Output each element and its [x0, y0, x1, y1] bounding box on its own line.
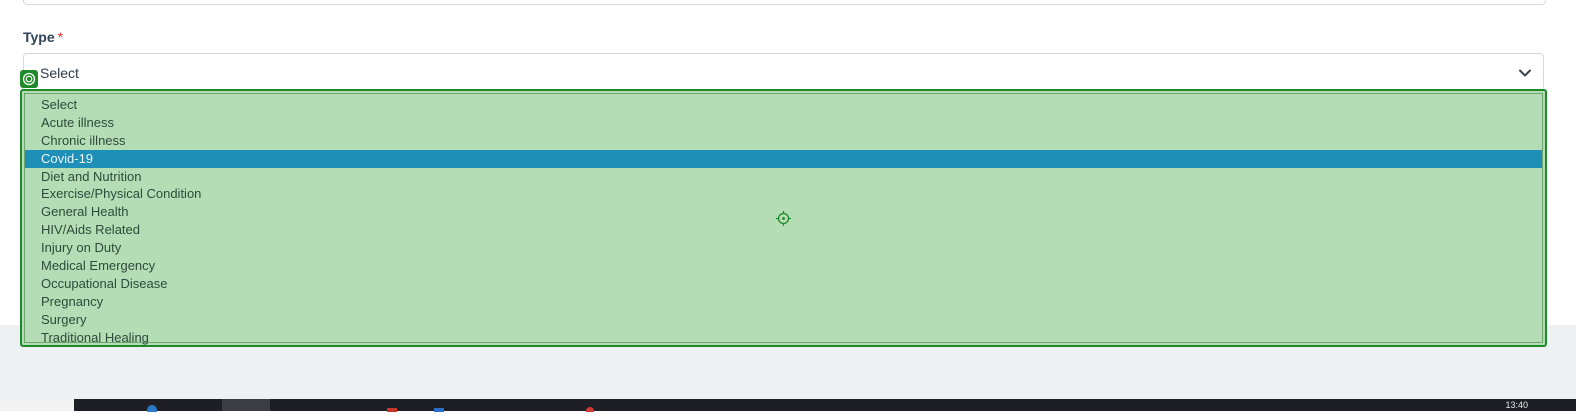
dropdown-option[interactable]: Chronic illness — [25, 132, 1542, 150]
taskbar-app-button[interactable] — [385, 399, 399, 412]
dropdown-option[interactable]: Occupational Disease — [25, 275, 1542, 293]
taskbar-app-button[interactable] — [145, 399, 159, 415]
dropdown-option[interactable]: Injury on Duty — [25, 239, 1542, 257]
taskbar-app-button[interactable] — [583, 399, 597, 415]
dropdown-option[interactable]: Acute illness — [25, 114, 1542, 132]
dropdown-option[interactable]: Exercise/Physical Condition — [25, 185, 1542, 203]
crosshair-icon — [776, 211, 791, 226]
previous-field-input[interactable] — [23, 0, 1546, 5]
dropdown-option[interactable]: Select — [25, 96, 1542, 114]
dropdown-option[interactable]: Covid-19 — [25, 149, 1542, 168]
os-taskbar: 13:40 — [0, 399, 1576, 415]
taskbar-app-button[interactable] — [432, 399, 446, 412]
taskbar-start-area[interactable] — [0, 399, 74, 411]
type-label-text: Type — [23, 29, 55, 45]
taskbar-clock: 13:40 — [1505, 400, 1528, 410]
dropdown-option[interactable]: Medical Emergency — [25, 257, 1542, 275]
type-select[interactable]: Select — [23, 53, 1544, 91]
dropdown-option[interactable]: Surgery — [25, 311, 1542, 329]
required-asterisk: * — [57, 29, 64, 45]
taskbar-app-button[interactable] — [222, 399, 270, 411]
chevron-down-icon — [1518, 66, 1532, 80]
dropdown-option[interactable]: Diet and Nutrition — [25, 168, 1542, 186]
type-field-label: Type * — [23, 29, 63, 45]
dropdown-option[interactable]: Traditional Healing — [25, 329, 1542, 347]
target-marker-icon — [20, 70, 38, 88]
type-select-value: Select — [40, 65, 79, 81]
dropdown-option[interactable]: Pregnancy — [25, 293, 1542, 311]
